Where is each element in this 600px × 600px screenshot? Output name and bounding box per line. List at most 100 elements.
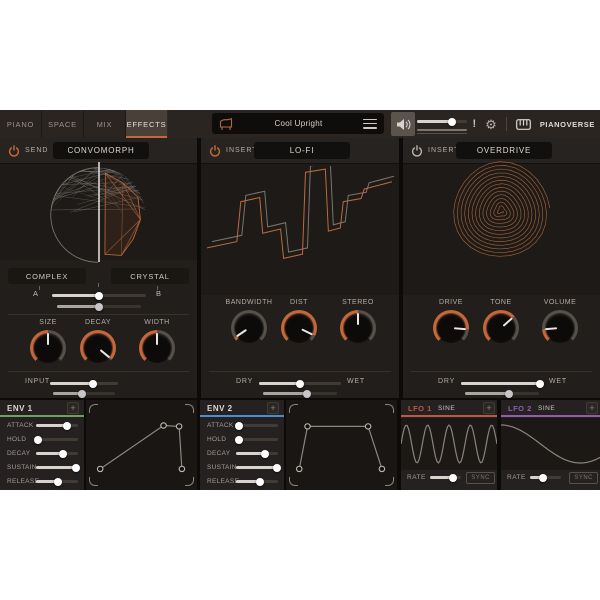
add-modulation-button[interactable]: +: [67, 402, 79, 414]
wet-label: WET: [347, 378, 365, 385]
morph-divider-line: [98, 162, 100, 262]
dry-label: DRY: [438, 378, 455, 385]
morph-slider[interactable]: [52, 294, 146, 297]
modulators-row: ENV 1 + ATTACK HOLD DECAY SUSTAIN RELEAS…: [0, 400, 600, 490]
power-icon[interactable]: [8, 145, 20, 157]
rate-label: RATE: [507, 474, 526, 481]
sustain-slider[interactable]: [36, 466, 78, 469]
release-slider[interactable]: [236, 480, 278, 483]
release-slider[interactable]: [36, 480, 78, 483]
gear-icon[interactable]: ⚙: [485, 118, 497, 131]
pianoverse-app: PIANO SPACE MIX EFFECTS Cool Upright !: [0, 110, 600, 490]
knob-tone: TONE: [471, 299, 531, 346]
top-bar: PIANO SPACE MIX EFFECTS Cool Upright !: [0, 110, 600, 138]
ir-a-button[interactable]: COMPLEX: [8, 268, 86, 284]
fx-panel-overdrive: INSERT OVERDRIVE DRIVE TONE VOLUME DRY W…: [403, 138, 600, 398]
knob-label: TONE: [471, 299, 531, 306]
speaker-icon: [396, 118, 411, 131]
knob-width: WIDTH: [127, 319, 187, 366]
knob-label: WIDTH: [127, 319, 187, 326]
alert-icon[interactable]: !: [472, 118, 476, 130]
hold-slider[interactable]: [36, 438, 78, 441]
lfo2-wave-viz: [501, 418, 600, 470]
divider: [8, 371, 189, 372]
volume-knob[interactable]: [542, 310, 578, 346]
morph-alt-slider[interactable]: [57, 305, 141, 308]
stereo-knob[interactable]: [340, 310, 376, 346]
lfo-shape-selector[interactable]: SINE: [538, 405, 555, 412]
mix-alt-slider[interactable]: [263, 392, 337, 395]
knob-label: DECAY: [68, 319, 128, 326]
tab-effects[interactable]: EFFECTS: [126, 110, 168, 138]
preset-selector[interactable]: Cool Upright: [212, 113, 384, 134]
lfo-shape-selector[interactable]: SINE: [438, 405, 455, 412]
master-volume-slider[interactable]: [417, 120, 467, 123]
env-accent-bar: [0, 415, 84, 417]
drive-knob[interactable]: [433, 310, 469, 346]
env1-graph[interactable]: [86, 400, 197, 490]
hold-label: HOLD: [207, 436, 226, 443]
lofi-wave-viz: [205, 166, 394, 292]
dry-wet-slider[interactable]: [259, 382, 341, 385]
tick-mark: [98, 283, 99, 287]
fx-header: SEND CONVOMORPH: [0, 138, 197, 164]
effects-row: SEND CONVOMORPH COMPLEX CRYSTAL A B SIZE…: [0, 138, 600, 398]
power-icon[interactable]: [209, 145, 221, 157]
morph-a-label: A: [33, 289, 38, 298]
decay-slider[interactable]: [236, 452, 278, 455]
input-slider[interactable]: [50, 382, 118, 385]
tone-knob[interactable]: [483, 310, 519, 346]
rate-slider[interactable]: [430, 476, 461, 479]
attack-slider[interactable]: [236, 424, 278, 427]
fx-mode-label: INSERT: [226, 147, 258, 154]
add-modulation-button[interactable]: +: [586, 402, 598, 414]
decay-knob[interactable]: [80, 330, 116, 366]
rate-slider[interactable]: [530, 476, 561, 479]
fx-name-button[interactable]: OVERDRIVE: [456, 142, 552, 159]
sustain-label: SUSTAIN: [207, 464, 237, 471]
lfo2-section: LFO 2 SINE + RATE SYNC: [501, 400, 600, 490]
power-icon[interactable]: [411, 145, 423, 157]
sync-button[interactable]: SYNC: [569, 472, 598, 484]
hold-slider[interactable]: [236, 438, 278, 441]
piano-keys-logo-icon: [516, 119, 531, 130]
env2-controls: ENV 2 + ATTACK HOLD DECAY SUSTAIN RELEAS…: [200, 400, 284, 490]
knob-label: STEREO: [328, 299, 388, 306]
divider: [506, 117, 507, 131]
preset-name: Cool Upright: [234, 119, 363, 128]
tab-piano[interactable]: PIANO: [0, 110, 42, 138]
add-modulation-button[interactable]: +: [267, 402, 279, 414]
decay-label: DECAY: [207, 450, 230, 457]
speaker-button[interactable]: [391, 112, 415, 136]
knob-volume: VOLUME: [530, 299, 590, 346]
ir-b-button[interactable]: CRYSTAL: [111, 268, 189, 284]
attack-label: ATTACK: [207, 422, 233, 429]
release-label: RELEASE: [7, 478, 39, 485]
tab-mix[interactable]: MIX: [84, 110, 126, 138]
env2-graph[interactable]: [286, 400, 397, 490]
add-modulation-button[interactable]: +: [483, 402, 495, 414]
width-knob[interactable]: [139, 330, 175, 366]
tick-mark: [39, 286, 40, 290]
env-accent-bar: [200, 415, 284, 417]
tab-space[interactable]: SPACE: [42, 110, 84, 138]
fx-name-button[interactable]: CONVOMORPH: [53, 142, 149, 159]
knob-stereo: STEREO: [328, 299, 388, 346]
size-knob[interactable]: [30, 330, 66, 366]
fx-header: INSERT LO-FI: [201, 138, 399, 164]
input-alt-slider[interactable]: [53, 392, 115, 395]
attack-slider[interactable]: [36, 424, 78, 427]
dist-knob[interactable]: [281, 310, 317, 346]
dry-wet-slider[interactable]: [461, 382, 543, 385]
decay-label: DECAY: [7, 450, 30, 457]
level-meter: [417, 129, 467, 136]
bandwidth-knob[interactable]: [231, 310, 267, 346]
decay-slider[interactable]: [36, 452, 78, 455]
sustain-label: SUSTAIN: [7, 464, 37, 471]
knob-dist: DIST: [269, 299, 329, 346]
mix-alt-slider[interactable]: [465, 392, 539, 395]
preset-menu-icon[interactable]: [363, 119, 377, 129]
fx-name-button[interactable]: LO-FI: [254, 142, 350, 159]
sync-button[interactable]: SYNC: [466, 472, 495, 484]
sustain-slider[interactable]: [236, 466, 278, 469]
